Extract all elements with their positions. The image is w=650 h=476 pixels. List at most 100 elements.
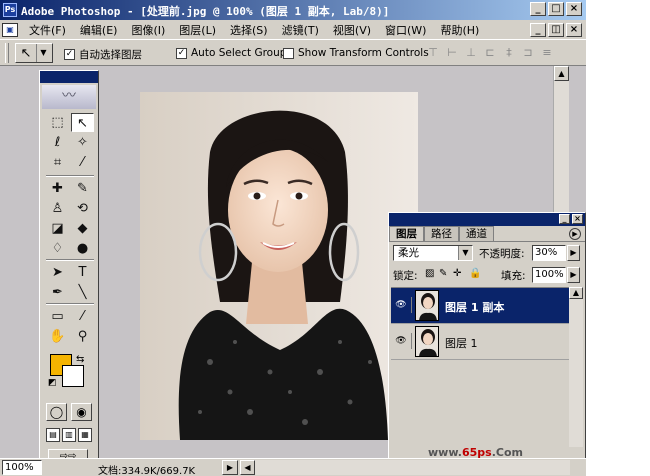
checkbox-checked-icon: ✓ <box>64 49 75 60</box>
scroll-up-arrow-icon[interactable]: ▲ <box>569 287 583 299</box>
status-menu-arrow-icon[interactable]: ▶ <box>222 460 238 475</box>
window-controls: _ □ × <box>530 2 582 16</box>
healing-brush-tool-icon[interactable]: ✚ <box>46 179 69 198</box>
menu-select[interactable]: 选择(S) <box>223 22 275 38</box>
paint-bucket-tool-icon[interactable]: ◆ <box>71 219 94 238</box>
menu-file[interactable]: 文件(F) <box>22 22 73 38</box>
photoshop-window: Ps Adobe Photoshop - [处理前.jpg @ 100% (图层… <box>0 0 586 476</box>
full-screen-menu-mode-icon[interactable]: ▥ <box>62 428 76 442</box>
document-canvas[interactable] <box>140 92 418 440</box>
photoshop-feather-logo[interactable]: 〰 <box>42 85 96 109</box>
menu-view[interactable]: 视图(V) <box>326 22 378 38</box>
zoom-tool-icon[interactable]: ⚲ <box>71 327 94 346</box>
align-bottom-icon[interactable]: ⊥ <box>463 45 479 61</box>
toolbox-separator <box>46 303 94 305</box>
standard-screen-mode-icon[interactable]: ▤ <box>46 428 60 442</box>
notes-tool-icon[interactable]: ▭ <box>46 307 69 326</box>
scroll-up-arrow-icon[interactable]: ▲ <box>554 66 569 81</box>
lock-position-icon[interactable]: ✛ <box>453 268 461 279</box>
doc-close-button[interactable]: × <box>566 23 582 37</box>
lock-all-icon[interactable]: 🔒 <box>469 268 481 279</box>
portrait-photo <box>140 92 418 440</box>
toolbox-title-bar[interactable] <box>40 71 98 83</box>
layers-palette-title-bar[interactable]: _ × <box>389 213 585 226</box>
quick-mask-mode-icon[interactable]: ◉ <box>71 403 92 421</box>
palette-controls: _ × <box>559 214 583 224</box>
pen-tool-icon[interactable]: ✒ <box>46 283 69 302</box>
full-screen-mode-icon[interactable]: ▦ <box>78 428 92 442</box>
layer-row-base[interactable]: 👁 图层 1 <box>391 324 569 360</box>
menu-help[interactable]: 帮助(H) <box>433 22 486 38</box>
align-center-icon[interactable]: ‡ <box>501 45 517 61</box>
lasso-tool-icon[interactable]: ℓ <box>46 133 69 152</box>
path-selection-tool-icon[interactable]: ➤ <box>46 263 69 282</box>
menu-edit[interactable]: 编辑(E) <box>73 22 125 38</box>
eye-icon[interactable]: 👁 <box>393 333 409 349</box>
clone-stamp-tool-icon[interactable]: ♙ <box>46 199 69 218</box>
default-colors-icon[interactable]: ◩ <box>48 378 57 388</box>
options-bar-grip[interactable] <box>5 43 9 63</box>
menu-window[interactable]: 窗口(W) <box>378 22 433 38</box>
show-transform-controls-checkbox[interactable]: Show Transform Controls <box>283 47 429 59</box>
auto-select-layer-checkbox[interactable]: ✓ 自动选择图层 <box>64 47 142 62</box>
slice-tool-icon[interactable]: ⁄ <box>71 153 94 172</box>
chevron-down-icon: ▼ <box>36 44 50 62</box>
eraser-tool-icon[interactable]: ◪ <box>46 219 69 238</box>
blur-tool-icon[interactable]: ♢ <box>46 239 69 258</box>
mask-mode-buttons: ◯ ◉ <box>46 403 92 421</box>
swap-colors-icon[interactable]: ⇆ <box>76 354 84 365</box>
tab-channels[interactable]: 通道 <box>459 226 494 241</box>
fill-slider-arrow-icon[interactable]: ▶ <box>567 267 580 283</box>
blend-mode-select[interactable]: 柔光 ▼ <box>393 245 473 261</box>
palette-menu-arrow-icon[interactable]: ▶ <box>569 228 581 240</box>
align-left-icon[interactable]: ⊏ <box>482 45 498 61</box>
hand-tool-icon[interactable]: ✋ <box>46 327 69 346</box>
maximize-button[interactable]: □ <box>548 2 564 16</box>
lock-transparency-icon[interactable]: ▨ <box>425 268 434 279</box>
auto-select-groups-checkbox[interactable]: ✓ Auto Select Groups <box>176 47 292 59</box>
align-middle-icon[interactable]: ⊢ <box>444 45 460 61</box>
close-button[interactable]: × <box>566 2 582 16</box>
tab-layers[interactable]: 图层 <box>389 226 424 241</box>
tool-preset-picker[interactable]: ↖ ▼ <box>15 43 53 63</box>
fill-input[interactable]: 100% <box>532 267 566 283</box>
crop-tool-icon[interactable]: ⌗ <box>46 153 69 172</box>
dodge-tool-icon[interactable]: ● <box>71 239 94 258</box>
magic-wand-tool-icon[interactable]: ✧ <box>71 133 94 152</box>
distribute-horizontal-icon[interactable]: ≡ <box>539 45 555 61</box>
menu-image[interactable]: 图像(I) <box>124 22 172 38</box>
zoom-level-field[interactable]: 100% <box>2 460 42 475</box>
tab-paths[interactable]: 路径 <box>424 226 459 241</box>
distribute-icon[interactable]: ⊐ <box>520 45 536 61</box>
document-icon[interactable]: ▣ <box>2 22 18 37</box>
layer-row-copy[interactable]: 👁 图层 1 副本 <box>391 288 569 324</box>
lock-pixels-icon[interactable]: ✎ <box>439 268 447 279</box>
marquee-tool-icon[interactable]: ⬚ <box>46 113 69 132</box>
brush-tool-icon[interactable]: ✎ <box>71 179 94 198</box>
palette-minimize-button[interactable]: _ <box>559 214 570 224</box>
move-tool-icon[interactable]: ↖ <box>71 113 94 132</box>
eye-icon[interactable]: 👁 <box>393 297 409 313</box>
type-tool-icon[interactable]: T <box>71 263 94 282</box>
history-brush-tool-icon[interactable]: ⟲ <box>71 199 94 218</box>
align-top-icon[interactable]: ⊤ <box>425 45 441 61</box>
background-color-swatch[interactable] <box>62 365 84 387</box>
align-buttons: ⊤ ⊢ ⊥ ⊏ ‡ ⊐ ≡ <box>425 45 555 61</box>
eyedropper-tool-icon[interactable]: ⁄ <box>71 307 94 326</box>
palette-close-button[interactable]: × <box>572 214 583 224</box>
line-tool-icon[interactable]: ╲ <box>71 283 94 302</box>
opacity-slider-arrow-icon[interactable]: ▶ <box>567 245 580 261</box>
toolbox-separator <box>46 259 94 261</box>
doc-restore-button[interactable]: ◫ <box>548 23 564 37</box>
screen-mode-buttons: ▤ ▥ ▦ <box>46 428 92 442</box>
doc-minimize-button[interactable]: _ <box>530 23 546 37</box>
scroll-left-arrow-icon[interactable]: ◀ <box>240 460 255 475</box>
layer-name: 图层 1 <box>445 337 478 350</box>
menu-layer[interactable]: 图层(L) <box>172 22 223 38</box>
standard-mode-icon[interactable]: ◯ <box>46 403 67 421</box>
minimize-button[interactable]: _ <box>530 2 546 16</box>
canvas-horizontal-scrollbar[interactable]: ◀ <box>240 460 570 475</box>
opacity-input[interactable]: 30% <box>532 245 566 261</box>
layers-scrollbar[interactable]: ▲ <box>569 287 583 447</box>
menu-filter[interactable]: 滤镜(T) <box>275 22 326 38</box>
